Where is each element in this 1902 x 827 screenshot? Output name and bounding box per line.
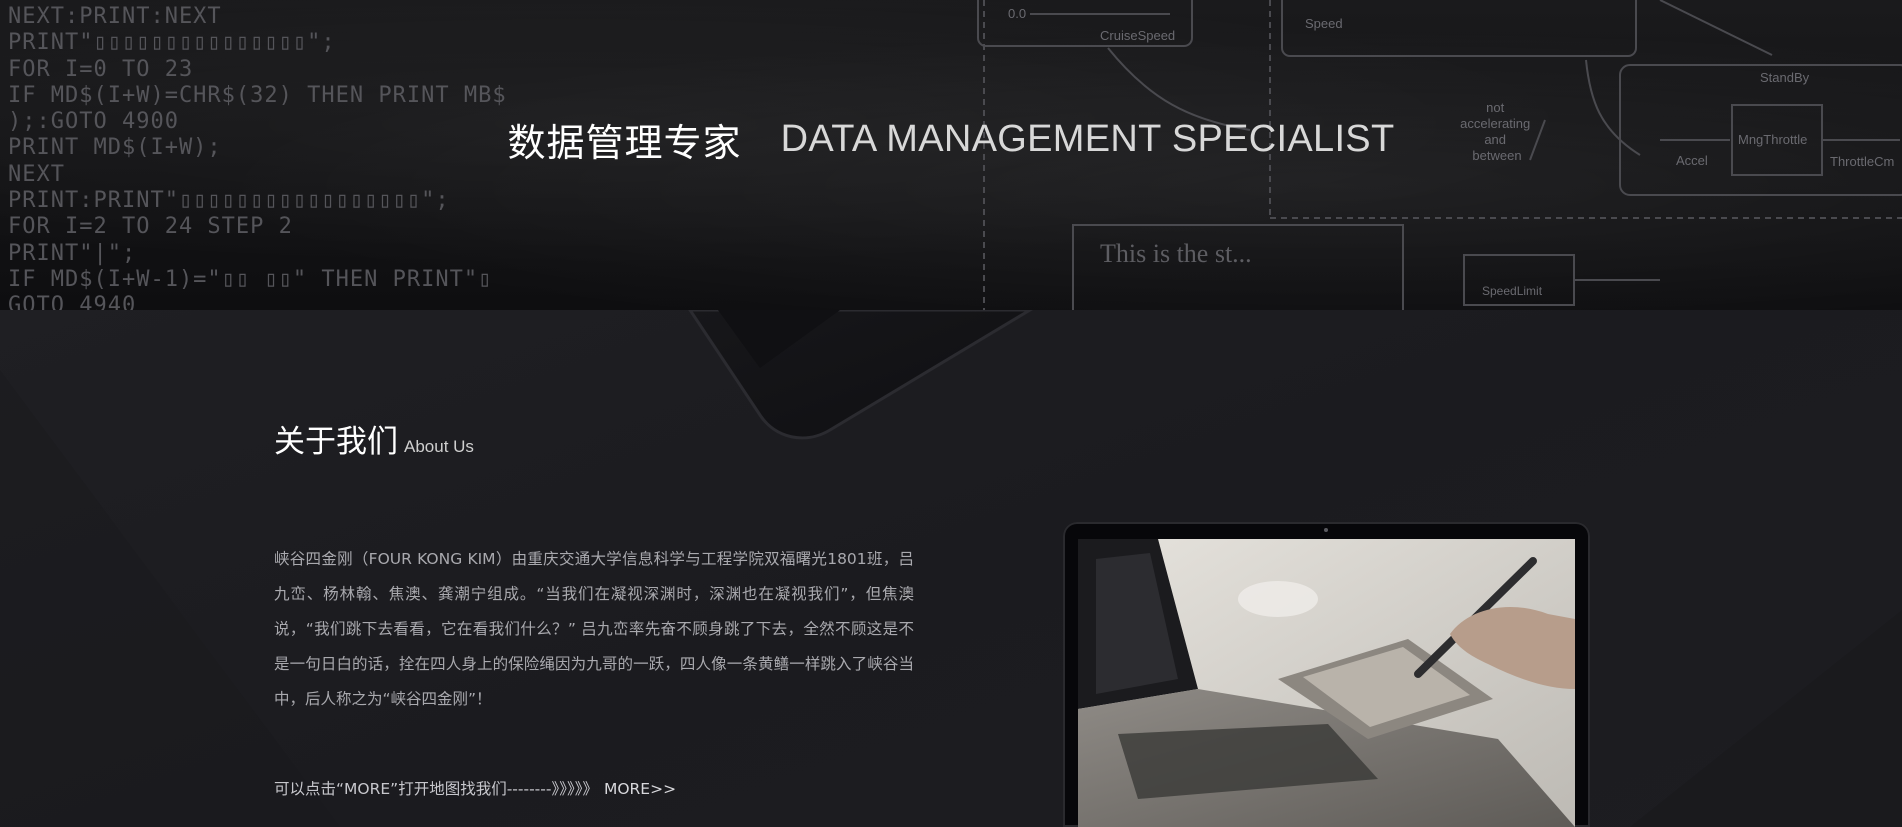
code-line: IF MD$(I+W)=CHR$(32) THEN PRINT MB$ <box>8 82 507 108</box>
about-heading-cn: 关于我们 <box>274 424 398 460</box>
laptop-camera <box>1324 528 1328 532</box>
page: NEXT:PRINT:NEXT PRINT"▯▯▯▯▯▯▯▯▯▯▯▯▯▯▯"; FO… <box>0 0 1902 827</box>
code-line: NEXT:PRINT:NEXT <box>8 4 222 29</box>
about-section: 关于我们 About Us 峡谷四金刚（FOUR KONG KIM）由重庆交通大学… <box>0 310 1902 827</box>
about-paragraph: 峡谷四金刚（FOUR KONG KIM）由重庆交通大学信息科学与工程学院双福曙光… <box>274 550 914 708</box>
laptop-screen-photo <box>1078 539 1575 827</box>
diagram-label: SpeedLimit <box>1482 284 1543 298</box>
about-more-hint: 可以点击“MORE”打开地图找我们--------》》》》》 <box>274 780 598 798</box>
banner-title-cn: 数据管理专家 <box>507 121 742 165</box>
diagram-label: StandBy <box>1760 70 1810 85</box>
diagram-label: This is the st... <box>1100 239 1252 268</box>
diagram-arrow <box>1659 0 1773 56</box>
code-line: PRINT"▯▯▯▯▯▯▯▯▯▯▯▯▯▯▯"; <box>8 30 336 56</box>
banner-title: 数据管理专家 DATA MANAGEMENT SPECIALIST <box>0 112 1902 167</box>
code-line: FOR I=2 TO 24 STEP 2 <box>8 214 293 240</box>
photo-light <box>1238 581 1318 617</box>
more-link[interactable]: MORE>> <box>604 780 676 798</box>
laptop-image <box>1063 522 1590 827</box>
code-line: IF MD$(I+W-1)="▯▯ ▯▯" THEN PRINT"▯ <box>8 266 493 292</box>
diagram-label: Speed <box>1305 16 1343 31</box>
about-heading: 关于我们 About Us <box>274 416 474 461</box>
photo-illustration <box>1078 539 1575 827</box>
code-line: FOR I=0 TO 23 <box>8 56 194 82</box>
code-line: GOTO 4940 <box>8 293 137 310</box>
banner-title-en: DATA MANAGEMENT SPECIALIST <box>780 118 1395 160</box>
code-line: PRINT:PRINT"▯▯▯▯▯▯▯▯▯▯▯▯▯▯▯▯▯"; <box>8 188 450 214</box>
code-line: PRINT"|"; <box>8 240 137 266</box>
diagram-label: 0.0 <box>1008 6 1026 21</box>
about-heading-en: About Us <box>404 437 474 456</box>
hero-banner: NEXT:PRINT:NEXT PRINT"▯▯▯▯▯▯▯▯▯▯▯▯▯▯▯"; FO… <box>0 0 1902 310</box>
background-shape <box>1630 610 1902 827</box>
about-more-line: 可以点击“MORE”打开地图找我们--------》》》》》 MORE>> <box>274 777 676 799</box>
diagram-label: CruiseSpeed <box>1100 28 1175 43</box>
